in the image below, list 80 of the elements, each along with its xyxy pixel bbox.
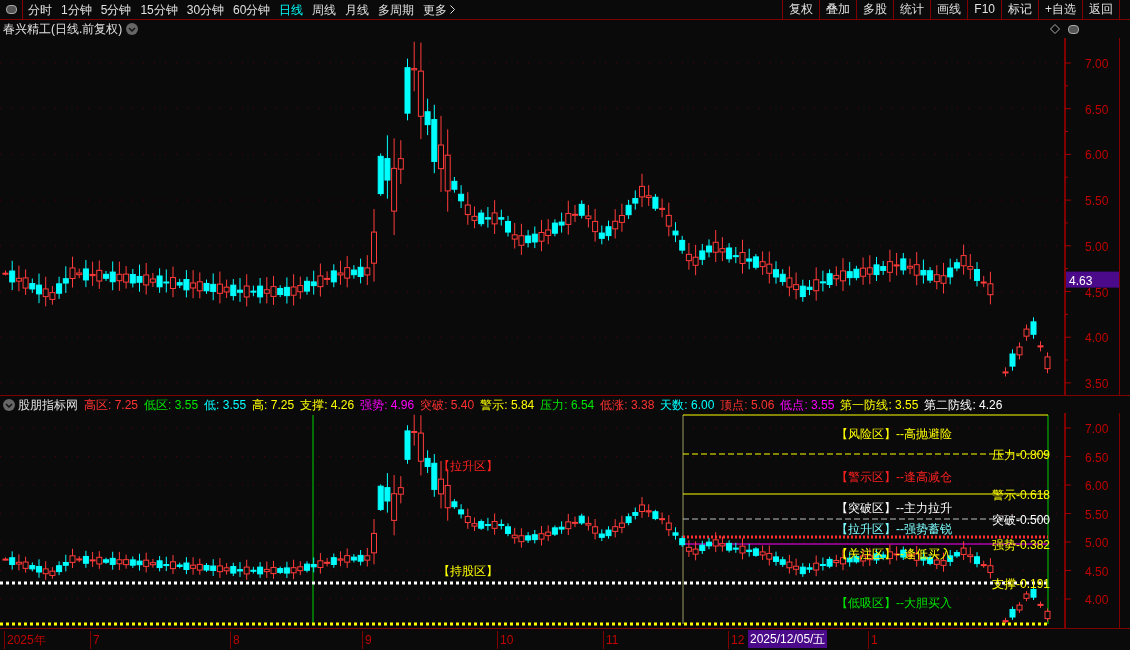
price-label: 7.00 [1085,57,1109,71]
indicator-value: 第一防线: 3.55 [840,396,919,414]
date-label: 7 [90,631,100,649]
indicator-value: 警示: 5.84 [480,396,535,414]
toolbar-button[interactable]: F10 [967,0,1001,19]
indicator-value: 天数: 6.00 [660,396,715,414]
toolbar-button[interactable]: 统计 [893,0,931,19]
date-label: 1 [868,631,878,649]
price-label: 5.00 [1085,239,1109,254]
period-tab[interactable]: 30分钟 [186,0,225,19]
price-label: 6.00 [1085,148,1109,163]
toolbar-button[interactable]: 返回 [1082,0,1120,19]
level-label: 支撑-0.191 [992,577,1051,591]
period-tab[interactable]: 分时 [28,0,52,19]
zone-label: 【拉升区】--强势蓄锐 [836,522,952,536]
period-tab[interactable]: 日线 [279,0,304,19]
period-tab[interactable]: 15分钟 [140,0,178,19]
date-label: 12 [728,631,745,649]
more-button[interactable]: 更多 [423,0,456,19]
period-tab[interactable]: 周线 [312,0,337,19]
indicator-value: 高: 7.25 [252,396,295,414]
toolbar-button[interactable]: +自选 [1038,0,1082,19]
date-label: 11 [603,631,619,649]
price-label: 5.50 [1085,507,1109,522]
indicator-value: 压力: 6.54 [540,396,595,414]
period-tab[interactable]: 1分钟 [61,0,92,19]
zone-label: 【突破区】--主力拉升 [836,501,952,515]
price-label: 4.50 [1085,564,1109,579]
toolbar-button[interactable]: 画线 [930,0,968,19]
period-tab[interactable]: 5分钟 [100,0,132,19]
zone-label: 【风险区】--高抛避险 [836,427,952,441]
cursor-date: 2025/12/05/五 [748,630,828,648]
zone-label: 【警示区】--逢高减仓 [836,470,952,484]
date-label: 2025年 [4,631,46,649]
toolbar-button[interactable]: 多股 [856,0,894,19]
indicator-name: 股朋指标网 [18,396,78,414]
zone-marker: 【持股区】 [438,564,498,578]
zone-marker: 【拉升区】 [438,459,498,473]
indicator-value: 低区: 3.55 [144,396,199,414]
indicator-value: 低: 3.55 [204,396,247,414]
panel-icon[interactable] [1068,24,1079,34]
period-tab[interactable]: 多周期 [378,0,415,19]
indicator-value: 第二防线: 4.26 [924,396,1003,414]
level-label: 突破-0.500 [992,513,1051,527]
price-label: 3.50 [1085,376,1109,391]
price-label: 5.50 [1085,194,1109,209]
panel-icon [5,5,17,14]
price-label: 6.00 [1085,479,1109,493]
current-price-badge: 4.63 [1066,271,1119,288]
indicator-value: 支撑: 4.26 [300,396,355,414]
toolbar-button[interactable]: 叠加 [819,0,857,19]
period-tab[interactable]: 60分钟 [233,0,271,19]
price-label: 4.50 [1085,285,1109,300]
date-label: 10 [497,631,514,649]
date-label: 9 [362,631,372,649]
zone-label: 【低吸区】--大胆买入 [836,596,952,610]
price-label: 6.50 [1085,450,1109,465]
chevron-right-icon [450,5,456,14]
level-label: 压力-0.809 [992,448,1051,462]
toolbar-button[interactable]: 复权 [782,0,820,19]
price-label: 4.00 [1085,331,1109,346]
price-label: 5.00 [1085,536,1109,550]
indicator-value: 低点: 3.55 [780,396,835,414]
indicator-value: 顶点: 5.06 [720,396,775,414]
chevron-down-icon[interactable] [3,398,15,411]
indicator-value: 突破: 5.40 [420,396,475,414]
level-label: 强势-0.382 [992,538,1051,552]
stock-title: 春兴精工(日线.前复权) [2,21,123,38]
chevron-down-icon[interactable] [126,23,139,35]
date-label: 8 [230,631,240,649]
level-label: 警示-0.618 [992,488,1051,502]
price-label: 4.00 [1085,593,1109,607]
indicator-value: 低涨: 3.38 [600,396,655,414]
period-tab[interactable]: 月线 [345,0,370,19]
price-label: 6.50 [1085,102,1109,117]
toolbar-button[interactable]: 标记 [1001,0,1038,19]
indicator-value: 强势: 4.96 [360,396,415,414]
diamond-icon[interactable] [1050,24,1060,34]
indicator-value: 高区: 7.25 [84,396,139,414]
price-label: 7.00 [1085,422,1109,436]
